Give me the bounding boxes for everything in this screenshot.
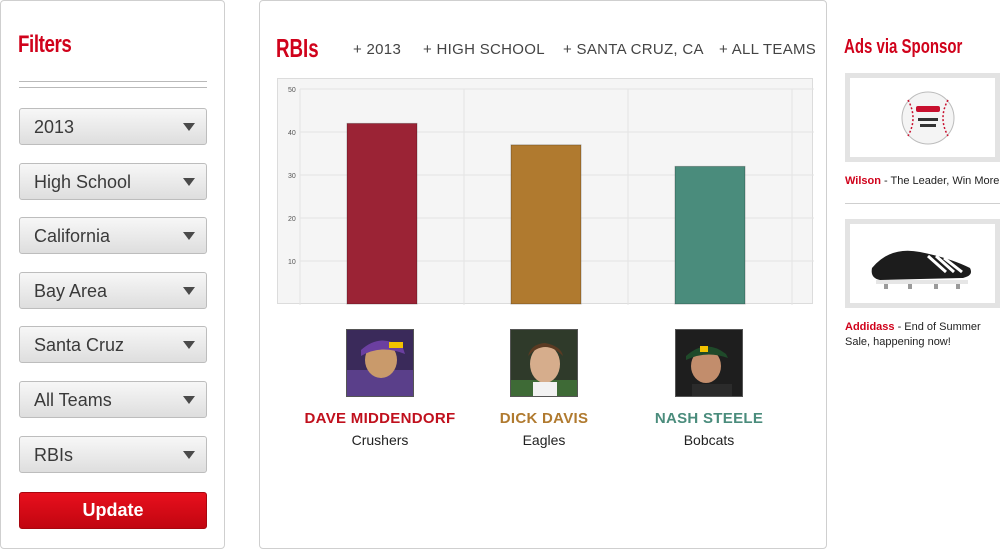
baseball-icon <box>901 91 955 145</box>
chevron-down-icon <box>183 451 195 459</box>
filters-title: Filters <box>18 31 72 58</box>
rbi-bar-chart: 10 20 30 40 50 <box>277 78 814 305</box>
divider <box>19 87 207 88</box>
state-select[interactable]: California <box>19 217 207 254</box>
bar-2[interactable] <box>510 144 582 305</box>
chevron-down-icon <box>183 341 195 349</box>
team-select[interactable]: All Teams <box>19 381 207 418</box>
region-select[interactable]: Bay Area <box>19 272 207 309</box>
level-select-value: High School <box>34 172 132 192</box>
ad-addidass-text[interactable]: Addidass - End of Summer Sale, happening… <box>845 320 1000 350</box>
bar-1[interactable] <box>346 122 418 305</box>
chevron-down-icon <box>183 178 195 186</box>
filter-tag-team[interactable]: + ALL TEAMS <box>719 41 816 58</box>
ad-brand: Addidass <box>845 321 895 333</box>
player-photo[interactable] <box>675 329 743 397</box>
chart-svg: 10 20 30 40 50 <box>288 87 814 305</box>
player-team: Crushers <box>351 432 409 448</box>
divider <box>19 81 207 82</box>
filters-panel: Filters 2013 High School California Bay … <box>0 0 225 549</box>
y-tick-label: 30 <box>288 173 296 180</box>
player-photo[interactable] <box>346 329 414 397</box>
stat-select-value: RBIs <box>34 445 74 465</box>
player-name[interactable]: DICK DAVIS <box>449 410 639 427</box>
stat-select[interactable]: RBIs <box>19 436 207 473</box>
player-team: Bobcats <box>683 432 735 448</box>
year-select-value: 2013 <box>34 117 75 137</box>
ad-wilson-text[interactable]: Wilson - The Leader, Win More <box>845 174 1000 189</box>
ad-description: - The Leader, Win More <box>880 175 1000 187</box>
year-select[interactable]: 2013 <box>19 108 207 145</box>
city-select[interactable]: Santa Cruz <box>19 326 207 363</box>
level-select[interactable]: High School <box>19 163 207 200</box>
y-tick-label: 10 <box>288 259 296 266</box>
page-title: RBIs <box>276 33 319 63</box>
ad-wilson-image[interactable] <box>845 73 1000 162</box>
cleat-icon <box>871 250 971 289</box>
chevron-down-icon <box>183 287 195 295</box>
ad-addidass-image[interactable] <box>845 219 1000 308</box>
y-tick-label: 40 <box>288 130 296 137</box>
update-button[interactable]: Update <box>19 492 207 529</box>
player-name[interactable]: NASH STEELE <box>614 410 804 427</box>
divider <box>845 203 1000 204</box>
player-photo[interactable] <box>510 329 578 397</box>
state-select-value: California <box>34 226 111 246</box>
chevron-down-icon <box>183 123 195 131</box>
filter-tag-location[interactable]: + SANTA CRUZ, CA <box>563 41 704 58</box>
player-team: Eagles <box>522 432 566 448</box>
team-select-value: All Teams <box>34 390 112 410</box>
results-panel: RBIs + 2013 + HIGH SCHOOL + SANTA CRUZ, … <box>259 0 827 549</box>
city-select-value: Santa Cruz <box>34 335 125 355</box>
ads-title: Ads via Sponsor <box>844 36 963 58</box>
filter-tag-level[interactable]: + HIGH SCHOOL <box>423 41 545 58</box>
bar-3[interactable] <box>674 165 746 305</box>
ad-brand: Wilson <box>845 175 881 187</box>
y-tick-label: 20 <box>288 216 296 223</box>
filter-tag-year[interactable]: + 2013 <box>353 41 401 58</box>
chevron-down-icon <box>183 396 195 404</box>
player-name[interactable]: DAVE MIDDENDORF <box>285 410 475 427</box>
page: Filters 2013 High School California Bay … <box>0 0 1000 551</box>
chevron-down-icon <box>183 232 195 240</box>
region-select-value: Bay Area <box>34 281 108 301</box>
y-tick-label: 50 <box>288 87 296 94</box>
